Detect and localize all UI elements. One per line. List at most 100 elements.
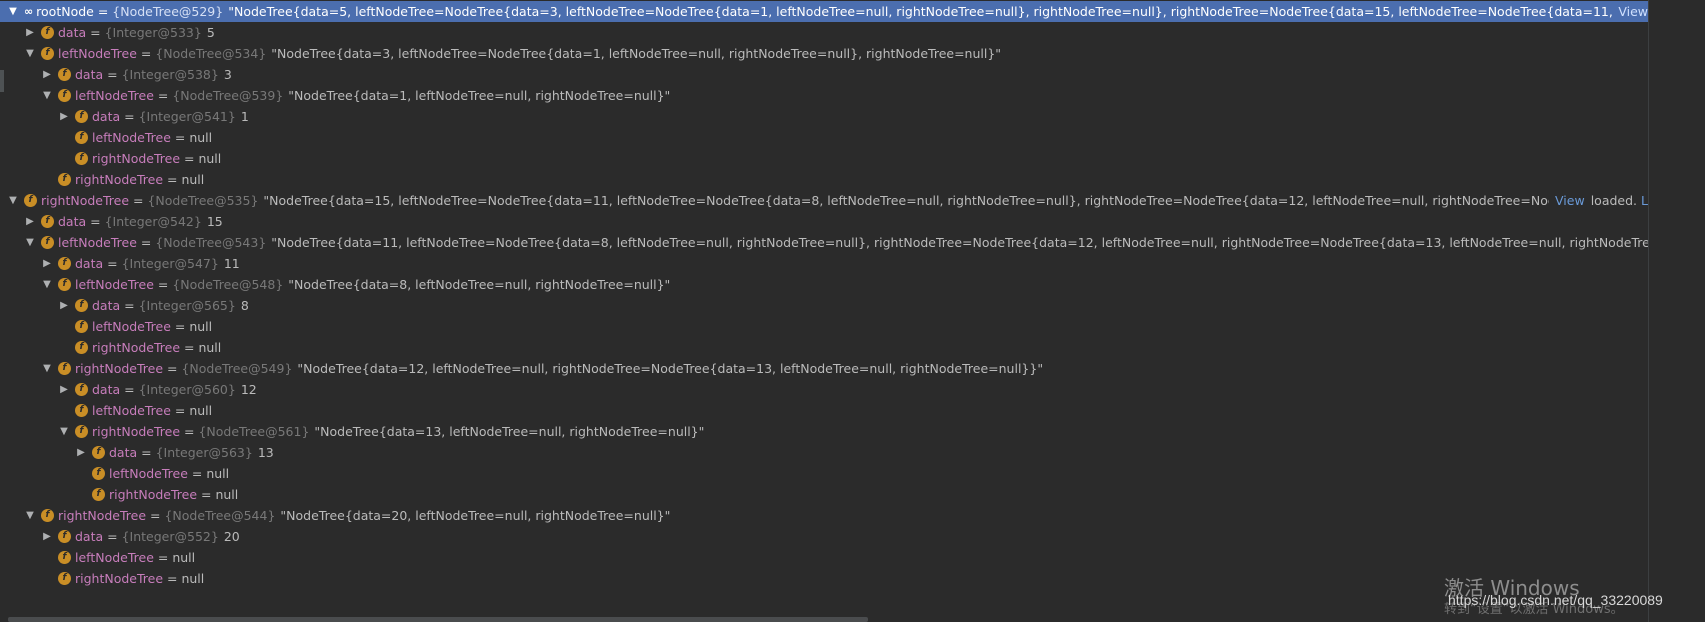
object-reference: {NodeTree@534} [155, 46, 267, 61]
tree-row[interactable]: f leftNodeTree = null [0, 547, 1648, 568]
expand-arrow-down-icon[interactable]: ▼ [6, 1, 20, 22]
tree-row[interactable]: ▶ f data = {Integer@541} 1 [0, 106, 1648, 127]
tree-row[interactable]: ▼ f leftNodeTree = {NodeTree@534} "NodeTree… [0, 43, 1648, 64]
assign-operator: = null [170, 403, 213, 418]
expand-arrow-right-icon[interactable]: ▶ [57, 379, 71, 400]
tree-row[interactable]: f leftNodeTree = null [0, 463, 1648, 484]
tree-row[interactable]: ▶ f data = {Integer@533} 5 [0, 22, 1648, 43]
field-f-icon: f [75, 299, 88, 312]
field-f-icon: f [92, 488, 105, 501]
tree-row[interactable]: ▶ f data = {Integer@552} 20 [0, 526, 1648, 547]
expand-arrow-right-icon[interactable]: ▶ [57, 106, 71, 127]
field-name: data [109, 445, 138, 460]
tree-row[interactable]: ▼ f rightNodeTree = {NodeTree@535} "NodeTre… [0, 190, 1648, 211]
field-name: rightNodeTree [75, 571, 164, 586]
assign-operator: = [120, 298, 139, 313]
field-value: 15 [206, 214, 223, 229]
expand-arrow-down-icon[interactable]: ▼ [40, 274, 54, 295]
tree-row[interactable]: ▼ f rightNodeTree = {NodeTree@561} "NodeTre… [0, 421, 1648, 442]
expand-arrow-down-icon[interactable]: ▼ [40, 85, 54, 106]
field-f-icon: f [24, 194, 37, 207]
expand-arrow-right-icon[interactable]: ▶ [74, 442, 88, 463]
tree-row[interactable]: ▼ f rightNodeTree = {NodeTree@549} "NodeTre… [0, 358, 1648, 379]
tree-row[interactable]: ▶ f data = {Integer@542} 15 [0, 211, 1648, 232]
tree-row[interactable]: f leftNodeTree = null [0, 400, 1648, 421]
assign-operator: = [103, 256, 122, 271]
field-name: leftNodeTree [75, 550, 154, 565]
assign-operator: = null [170, 319, 213, 334]
tree-row[interactable]: ▼ f rightNodeTree = {NodeTree@544} "NodeTre… [0, 505, 1648, 526]
tree-row[interactable]: f leftNodeTree = null [0, 127, 1648, 148]
field-name: rightNodeTree [92, 151, 181, 166]
field-f-icon: f [58, 530, 71, 543]
field-value: "NodeTree{data=5, leftNodeTree=NodeTree{… [228, 4, 1613, 19]
expand-arrow-down-icon[interactable]: ▼ [6, 190, 20, 211]
tree-row[interactable]: f rightNodeTree = null [0, 568, 1648, 589]
field-f-icon: f [58, 173, 71, 186]
assign-operator: = [129, 193, 148, 208]
field-f-icon: f [75, 110, 88, 123]
tree-row[interactable]: ▶ f data = {Integer@565} 8 [0, 295, 1648, 316]
field-value: "NodeTree{data=8, leftNodeTree=null, rig… [288, 277, 671, 292]
tree-row[interactable]: f rightNodeTree = null [0, 148, 1648, 169]
object-reference: {NodeTree@529} [112, 4, 224, 19]
field-name: rightNodeTree [58, 508, 147, 523]
tree-row[interactable]: ▼ ∞ rootNode = {NodeTree@529} "NodeTree{dat… [0, 1, 1648, 22]
field-f-icon: f [41, 509, 54, 522]
object-reference: {NodeTree@561} [198, 424, 310, 439]
expand-arrow-right-icon[interactable]: ▶ [40, 526, 54, 547]
field-value: 5 [206, 25, 215, 40]
object-reference: {NodeTree@548} [172, 277, 284, 292]
expand-arrow-right-icon[interactable]: ▶ [40, 253, 54, 274]
expand-arrow-right-icon[interactable]: ▶ [57, 295, 71, 316]
panel-edge-handle[interactable] [0, 70, 4, 92]
watch-oo-icon: ∞ [24, 5, 33, 18]
expand-arrow-right-icon[interactable]: ▶ [23, 211, 37, 232]
horizontal-scrollbar[interactable] [8, 617, 868, 622]
object-reference: {Integer@533} [104, 25, 202, 40]
expand-arrow-down-icon[interactable]: ▼ [40, 358, 54, 379]
tree-row[interactable]: ▶ f data = {Integer@547} 11 [0, 253, 1648, 274]
expand-arrow-down-icon[interactable]: ▼ [23, 232, 37, 253]
field-f-icon: f [58, 257, 71, 270]
tree-row[interactable]: f rightNodeTree = null [0, 169, 1648, 190]
field-f-icon: f [41, 236, 54, 249]
assign-operator: = null [187, 466, 230, 481]
field-value: 12 [240, 382, 257, 397]
assign-operator: = null [170, 130, 213, 145]
tree-row[interactable]: f rightNodeTree = null [0, 337, 1648, 358]
expand-arrow-right-icon[interactable]: ▶ [40, 64, 54, 85]
field-value: 8 [240, 298, 249, 313]
field-value: 13 [257, 445, 274, 460]
tree-row[interactable]: ▼ f leftNodeTree = {NodeTree@539} "NodeTree… [0, 85, 1648, 106]
expand-arrow-down-icon[interactable]: ▼ [57, 421, 71, 442]
field-f-icon: f [92, 446, 105, 459]
tree-row[interactable]: ▼ f leftNodeTree = {NodeTree@548} "NodeTree… [0, 274, 1648, 295]
expand-arrow-right-icon[interactable]: ▶ [23, 22, 37, 43]
object-reference: {NodeTree@544} [164, 508, 276, 523]
assign-operator: = null [180, 340, 222, 355]
blog-url-watermark: https://blog.csdn.net/qq_33220089 [1448, 592, 1663, 608]
tree-row[interactable]: f rightNodeTree = null [0, 484, 1648, 505]
expand-arrow-down-icon[interactable]: ▼ [23, 505, 37, 526]
field-name: data [58, 25, 87, 40]
field-value: "NodeTree{data=12, leftNodeTree=null, ri… [297, 361, 1044, 376]
view-link[interactable]: View [1555, 190, 1585, 211]
view-link[interactable]: View [1618, 1, 1648, 22]
tree-row[interactable]: ▼ f leftNodeTree = {NodeTree@543} "NodeTree… [0, 232, 1648, 253]
tree-row[interactable]: ▶ f data = {Integer@538} 3 [0, 64, 1648, 85]
assign-operator: = [86, 25, 105, 40]
field-name: leftNodeTree [92, 130, 171, 145]
field-name: rightNodeTree [92, 340, 181, 355]
object-reference: {Integer@542} [104, 214, 202, 229]
field-name: rightNodeTree [41, 193, 130, 208]
expand-arrow-down-icon[interactable]: ▼ [23, 43, 37, 64]
object-reference: {NodeTree@549} [181, 361, 293, 376]
field-value: 1 [240, 109, 249, 124]
field-f-icon: f [75, 404, 88, 417]
tree-row[interactable]: ▶ f data = {Integer@560} 12 [0, 379, 1648, 400]
tree-row[interactable]: ▶ f data = {Integer@563} 13 [0, 442, 1648, 463]
truncated-link[interactable]: L [1641, 190, 1648, 211]
object-reference: {NodeTree@539} [172, 88, 284, 103]
tree-row[interactable]: f leftNodeTree = null [0, 316, 1648, 337]
